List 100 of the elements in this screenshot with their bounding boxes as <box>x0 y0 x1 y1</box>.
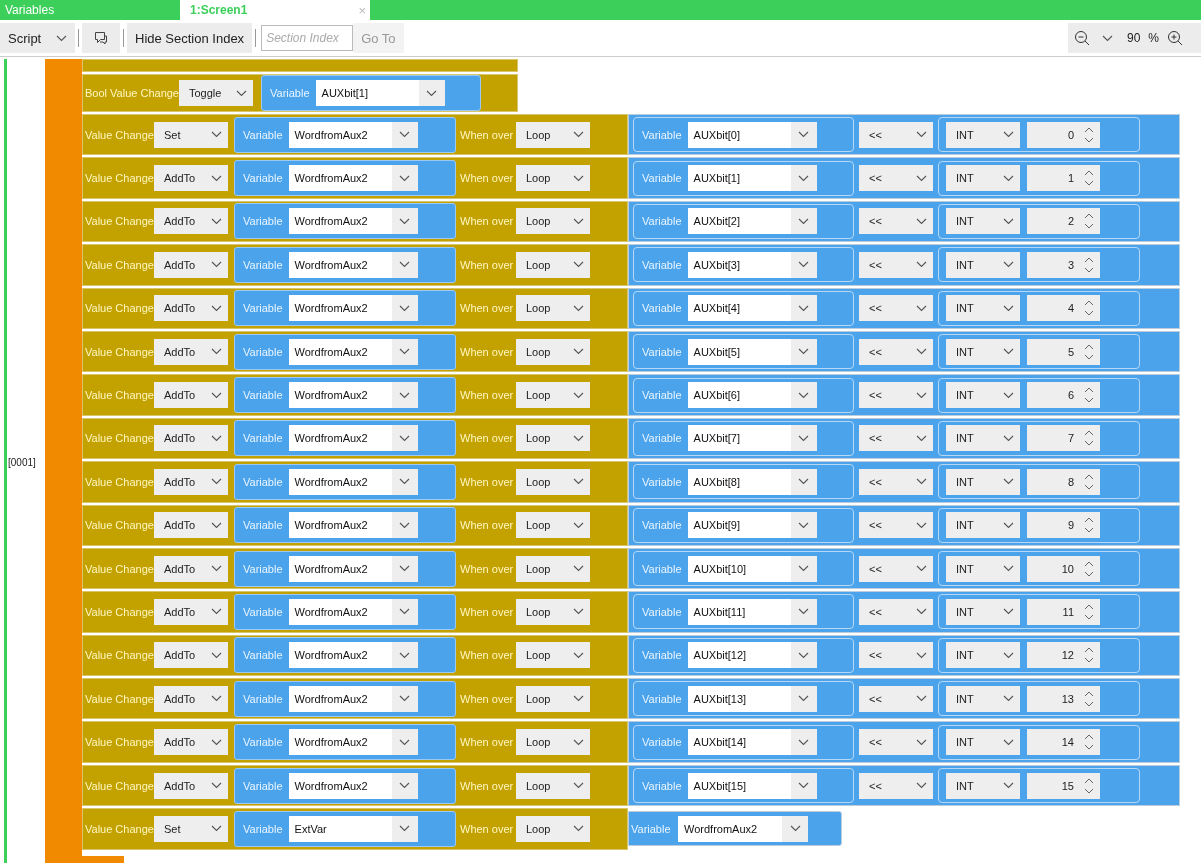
option-dropdown[interactable]: Loop <box>516 468 590 495</box>
option-dropdown[interactable]: << <box>859 251 933 278</box>
caret-icon <box>573 825 584 833</box>
caret-icon <box>399 174 411 182</box>
option-dropdown[interactable]: INT <box>946 772 1020 799</box>
option-dropdown[interactable]: INT <box>946 512 1020 539</box>
hide-section-index-button[interactable]: Hide Section Index <box>127 23 253 53</box>
option-dropdown[interactable]: << <box>859 165 933 192</box>
block-label: When over <box>460 215 515 228</box>
option-dropdown[interactable]: Loop <box>516 642 590 669</box>
option-dropdown[interactable]: << <box>859 512 933 539</box>
option-dropdown[interactable]: INT <box>946 729 1020 756</box>
number-spinner[interactable]: 6 <box>1027 382 1100 409</box>
number-spinner[interactable]: 3 <box>1027 251 1100 278</box>
option-dropdown[interactable]: INT <box>946 208 1020 235</box>
option-dropdown[interactable]: << <box>859 772 933 799</box>
option-dropdown[interactable]: INT <box>946 642 1020 669</box>
comment-button[interactable] <box>82 23 120 53</box>
option-dropdown[interactable]: Loop <box>516 729 590 756</box>
option-dropdown[interactable]: << <box>859 468 933 495</box>
mode-dropdown[interactable]: Script <box>0 23 75 53</box>
option-dropdown[interactable]: Loop <box>516 772 590 799</box>
option-dropdown[interactable]: INT <box>946 685 1020 712</box>
option-dropdown[interactable]: << <box>859 121 933 148</box>
number-spinner[interactable]: 10 <box>1027 555 1100 582</box>
option-dropdown[interactable]: AddTo <box>154 251 228 278</box>
option-dropdown[interactable]: Loop <box>516 555 590 582</box>
option-dropdown[interactable]: AddTo <box>154 295 228 322</box>
option-dropdown[interactable]: << <box>859 555 933 582</box>
option-dropdown[interactable]: Set <box>154 815 228 842</box>
option-dropdown[interactable]: INT <box>946 251 1020 278</box>
caret-icon <box>916 478 927 486</box>
option-dropdown[interactable]: INT <box>946 165 1020 192</box>
zoom-value[interactable]: 90 <box>1127 31 1141 45</box>
option-dropdown[interactable]: Set <box>154 121 228 148</box>
option-dropdown[interactable]: Loop <box>516 165 590 192</box>
number-spinner[interactable]: 2 <box>1027 208 1100 235</box>
number-spinner[interactable]: 0 <box>1027 121 1100 148</box>
block-label: Value Change <box>85 606 154 618</box>
option-dropdown[interactable]: << <box>859 425 933 452</box>
option-dropdown[interactable]: Loop <box>516 251 590 278</box>
caret-icon <box>211 348 222 356</box>
option-dropdown[interactable]: << <box>859 642 933 669</box>
option-dropdown[interactable]: INT <box>946 425 1020 452</box>
number-spinner[interactable]: 11 <box>1027 599 1100 625</box>
option-dropdown[interactable]: AddTo <box>154 468 228 495</box>
option-dropdown[interactable]: AddTo <box>154 642 228 669</box>
number-spinner[interactable]: 12 <box>1027 642 1100 669</box>
option-dropdown[interactable]: AddTo <box>154 382 228 409</box>
option-dropdown[interactable]: << <box>859 599 933 625</box>
option-dropdown[interactable]: AddTo <box>154 555 228 582</box>
option-dropdown[interactable]: AddTo <box>154 338 228 365</box>
option-dropdown[interactable]: AddTo <box>154 772 228 799</box>
option-dropdown[interactable]: Loop <box>516 208 590 235</box>
zoom-in-icon[interactable] <box>1167 30 1184 46</box>
option-dropdown[interactable]: INT <box>946 468 1020 495</box>
option-dropdown[interactable]: INT <box>946 599 1020 625</box>
option-dropdown[interactable]: Loop <box>516 425 590 452</box>
option-dropdown[interactable]: INT <box>946 338 1020 365</box>
option-dropdown[interactable]: INT <box>946 295 1020 322</box>
number-spinner[interactable]: 5 <box>1027 338 1100 365</box>
option-dropdown[interactable]: Loop <box>516 295 590 322</box>
number-spinner[interactable]: 1 <box>1027 165 1100 192</box>
variable-label: Variable <box>642 215 682 228</box>
option-dropdown[interactable]: Loop <box>516 382 590 409</box>
zoom-out-icon[interactable] <box>1074 30 1090 46</box>
number-spinner[interactable]: 4 <box>1027 295 1100 322</box>
option-dropdown[interactable]: << <box>859 208 933 235</box>
number-spinner[interactable]: 8 <box>1027 468 1100 495</box>
number-spinner[interactable]: 9 <box>1027 512 1100 539</box>
option-dropdown[interactable]: AddTo <box>154 599 228 625</box>
section-index-field[interactable]: Section Index <box>261 25 354 51</box>
number-spinner[interactable]: 13 <box>1027 685 1100 712</box>
option-dropdown[interactable]: Loop <box>516 121 590 148</box>
option-dropdown[interactable]: Loop <box>516 338 590 365</box>
option-dropdown[interactable]: INT <box>946 121 1020 148</box>
option-dropdown[interactable]: Loop <box>516 512 590 539</box>
number-spinner[interactable]: 15 <box>1027 772 1100 799</box>
option-dropdown[interactable]: AddTo <box>154 425 228 452</box>
option-dropdown[interactable]: INT <box>946 382 1020 409</box>
number-spinner[interactable]: 14 <box>1027 729 1100 756</box>
option-dropdown[interactable]: << <box>859 685 933 712</box>
option-dropdown[interactable]: << <box>859 338 933 365</box>
option-dropdown[interactable]: << <box>859 729 933 756</box>
option-dropdown[interactable]: AddTo <box>154 729 228 756</box>
option-dropdown[interactable]: AddTo <box>154 685 228 712</box>
option-dropdown[interactable]: AddTo <box>154 165 228 192</box>
option-dropdown[interactable]: Loop <box>516 685 590 712</box>
option-dropdown[interactable]: INT <box>946 555 1020 582</box>
option-dropdown[interactable]: AddTo <box>154 512 228 539</box>
option-dropdown[interactable]: << <box>859 382 933 409</box>
option-dropdown[interactable]: Loop <box>516 815 590 842</box>
variable-label: Variable <box>642 649 682 662</box>
caret-icon <box>1003 695 1014 703</box>
number-spinner[interactable]: 7 <box>1027 425 1100 452</box>
option-dropdown[interactable]: Loop <box>516 599 590 625</box>
option-dropdown[interactable]: Toggle <box>179 80 253 106</box>
caret-icon <box>399 565 411 573</box>
option-dropdown[interactable]: << <box>859 295 933 322</box>
option-dropdown[interactable]: AddTo <box>154 208 228 235</box>
